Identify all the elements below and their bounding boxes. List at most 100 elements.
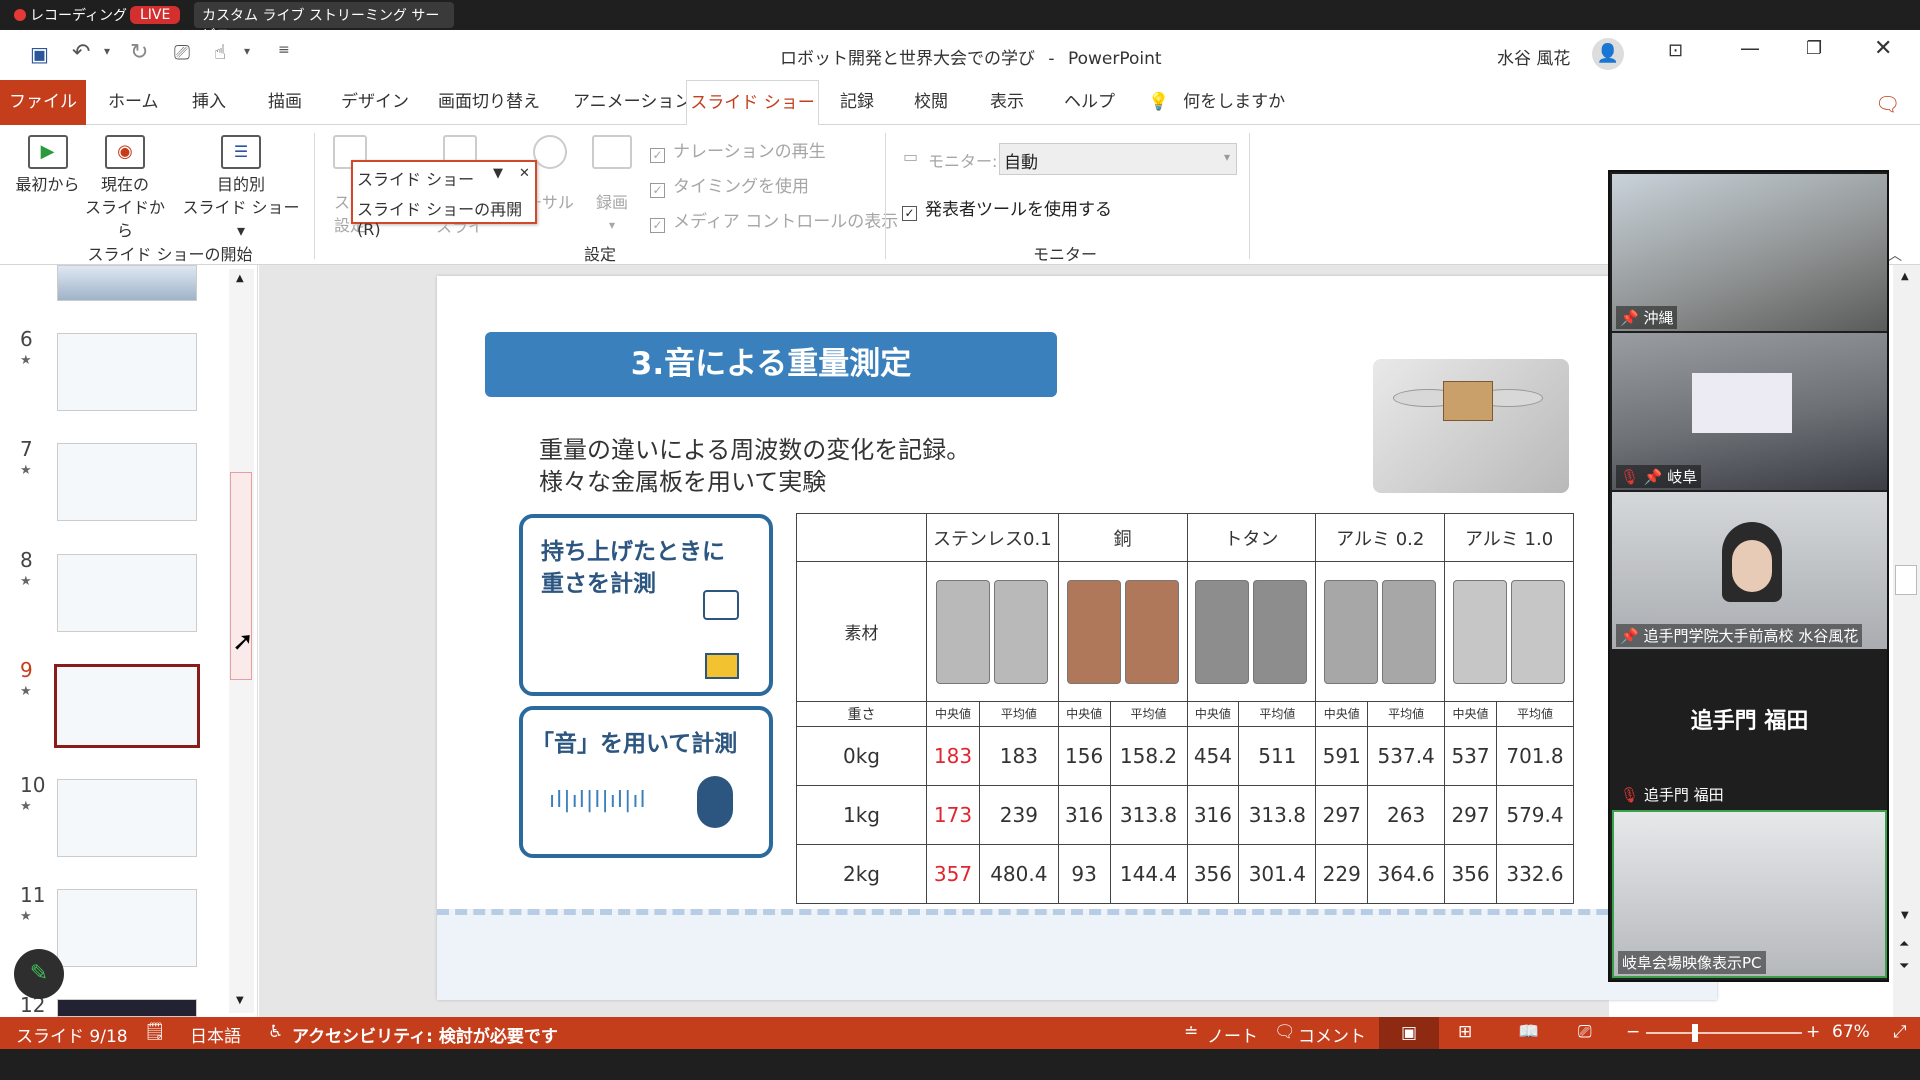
comments-pane-icon[interactable]: 🗨: [1875, 92, 1900, 116]
video-tile-okinawa[interactable]: 📌 沖縄: [1612, 174, 1887, 331]
sub-header: 平均値: [1109, 701, 1188, 727]
zoom-level[interactable]: 67%: [1832, 1022, 1870, 1042]
scroll-up-icon[interactable]: ▲: [1901, 271, 1909, 282]
normal-view-button[interactable]: ▣: [1379, 1017, 1439, 1049]
slide-thumbnail-5[interactable]: [57, 265, 197, 301]
scroll-thumb[interactable]: [1895, 565, 1917, 595]
sub-header: 中央値: [1444, 701, 1497, 727]
close-icon[interactable]: ✕: [1874, 36, 1892, 61]
table-cell: 537.4: [1367, 725, 1446, 786]
row-header-material: 素材: [796, 561, 927, 703]
editor-scrollbar[interactable]: ▲ ▼ ⏶ ⏷: [1893, 265, 1920, 1017]
timing-checkbox[interactable]: ✓ タイミングを使用: [650, 172, 809, 198]
scroll-down-icon[interactable]: ▼: [1901, 910, 1909, 921]
tab-file[interactable]: ファイル: [0, 80, 86, 125]
plate-photo-cell: [1444, 561, 1574, 703]
slide-thumbnail-11[interactable]: [57, 889, 197, 967]
scroll-up-icon[interactable]: ▲: [236, 273, 244, 284]
notes-check-icon[interactable]: 🗒: [144, 1022, 166, 1042]
from-current-button[interactable]: ◉ 現在の スライドから: [80, 135, 170, 242]
slideshow-view-icon[interactable]: ⎚: [1578, 1022, 1592, 1042]
popup-dropdown-icon[interactable]: ▼: [493, 166, 503, 181]
checkbox-icon: ✓: [650, 183, 665, 198]
tab-slideshow[interactable]: スライド ショー: [686, 80, 819, 126]
tab-view[interactable]: 表示: [990, 90, 1024, 125]
tab-home-label: ホーム: [108, 92, 159, 112]
redo-icon[interactable]: ↻: [130, 40, 148, 65]
slide-thumbnail-8[interactable]: [57, 554, 197, 632]
table-cell: 480.4: [978, 843, 1059, 905]
slide-thumbnail-7[interactable]: [57, 443, 197, 521]
zoom-out-button[interactable]: −: [1626, 1022, 1640, 1042]
touch-dropdown-icon[interactable]: ▾: [244, 44, 250, 58]
animation-star-icon: ★: [20, 353, 32, 368]
mic-muted-icon: 🎙: [1620, 468, 1640, 486]
user-name[interactable]: 水谷 風花: [1497, 44, 1570, 69]
tab-record[interactable]: 記録: [840, 90, 874, 125]
save-icon[interactable]: ▣: [30, 42, 49, 66]
zoom-in-button[interactable]: +: [1806, 1022, 1820, 1042]
popup-close-icon[interactable]: ✕: [519, 166, 530, 181]
video-tile-fukuda[interactable]: 追手門 福田 🎙 追手門 福田: [1612, 651, 1887, 808]
slide-counter[interactable]: スライド 9/18: [16, 1022, 128, 1047]
table-corner-cell: [796, 512, 927, 563]
tab-home[interactable]: ホーム: [108, 90, 159, 125]
restore-icon[interactable]: ❐: [1806, 38, 1822, 59]
next-slide-icon[interactable]: ⏷: [1899, 959, 1909, 974]
slide-sorter-view-icon[interactable]: ⊞: [1458, 1022, 1472, 1042]
video-tile-gifu[interactable]: 🎙 📌 岐阜: [1612, 333, 1887, 490]
slide-thumbnail-6[interactable]: [57, 333, 197, 411]
notes-button[interactable]: ノート: [1207, 1022, 1258, 1047]
comments-button[interactable]: コメント: [1298, 1022, 1366, 1047]
zoom-slider[interactable]: [1646, 1024, 1802, 1042]
custom-slideshow-button[interactable]: ☰ 目的別 スライド ショー ▾: [176, 135, 306, 242]
slide-thumbnail-10[interactable]: [57, 779, 197, 857]
video-tile-student[interactable]: 📌 追手門学院大手前高校 水谷風花: [1612, 492, 1887, 649]
pin-icon: 📌: [1643, 468, 1663, 486]
tab-animations[interactable]: アニメーション: [573, 90, 691, 125]
tab-design[interactable]: デザイン: [341, 90, 409, 125]
monitor-select[interactable]: 自動 ▾: [999, 143, 1237, 175]
media-controls-checkbox[interactable]: ✓ メディア コントロールの表示: [650, 207, 898, 233]
touch-mode-icon[interactable]: ☝: [214, 40, 226, 64]
language-indicator[interactable]: 日本語: [190, 1022, 241, 1047]
tab-insert[interactable]: 挿入: [192, 90, 226, 125]
prev-slide-icon[interactable]: ⏶: [1899, 937, 1909, 952]
metal-plate-image: [1324, 579, 1379, 684]
tab-review[interactable]: 校閲: [914, 90, 948, 125]
fit-slide-icon[interactable]: ⤢: [1893, 1022, 1907, 1042]
slide-thumbnail-9-selected[interactable]: [54, 664, 200, 748]
from-start-button[interactable]: ▶ 最初から: [10, 135, 85, 196]
tab-help[interactable]: ヘルプ: [1064, 90, 1115, 125]
avatar[interactable]: 👤: [1592, 38, 1624, 70]
metal-plate-image: [1195, 579, 1250, 684]
slide-thumbnail-12[interactable]: [57, 999, 197, 1017]
narration-checkbox[interactable]: ✓ ナレーションの再生: [650, 137, 826, 163]
ribbon-display-icon[interactable]: ⊡: [1668, 40, 1683, 61]
customize-toolbar-icon[interactable]: ≡: [278, 42, 290, 58]
record-button[interactable]: 録画 ▾: [582, 135, 642, 237]
resume-slideshow-item[interactable]: スライド ショーの再開(R): [357, 196, 535, 239]
collapse-ribbon-icon[interactable]: ︿: [1888, 245, 1902, 265]
stream-service-dropdown[interactable]: カスタム ライブ ストリーミング サービス ▾: [194, 2, 454, 44]
video-tile-gifu-venue-pc[interactable]: 岐阜会場映像表示PC: [1612, 810, 1887, 978]
plate-photo-cell: [926, 561, 1059, 703]
presenter-view-checkbox[interactable]: ✓ 発表者ツールを使用する: [902, 195, 1112, 221]
scroll-down-icon[interactable]: ▼: [236, 995, 244, 1006]
tell-me-search[interactable]: 💡 何をしますか: [1148, 90, 1285, 125]
tab-draw-label: 描画: [268, 92, 302, 112]
pen-tool-button[interactable]: ✎: [14, 949, 64, 999]
accessibility-status[interactable]: アクセシビリティ: 検討が必要です: [292, 1022, 558, 1047]
tab-transitions[interactable]: 画面切り替え: [438, 90, 540, 125]
undo-dropdown-icon[interactable]: ▾: [104, 44, 110, 58]
separator: [314, 133, 315, 259]
present-icon[interactable]: ⎚: [174, 40, 190, 64]
tab-draw[interactable]: 描画: [268, 90, 302, 125]
device-shape: [1443, 381, 1493, 421]
undo-icon[interactable]: ↶: [72, 40, 90, 65]
minimize-icon[interactable]: —: [1740, 36, 1760, 60]
measurement-table: ステンレス0.1 銅 トタン アルミ 0.2 アルミ 1.0 素材 重さ 中央値…: [796, 512, 1575, 905]
row-label: 2kg: [796, 843, 927, 905]
zoom-slider-thumb[interactable]: [1692, 1024, 1698, 1042]
reading-view-icon[interactable]: 📖: [1518, 1022, 1539, 1042]
